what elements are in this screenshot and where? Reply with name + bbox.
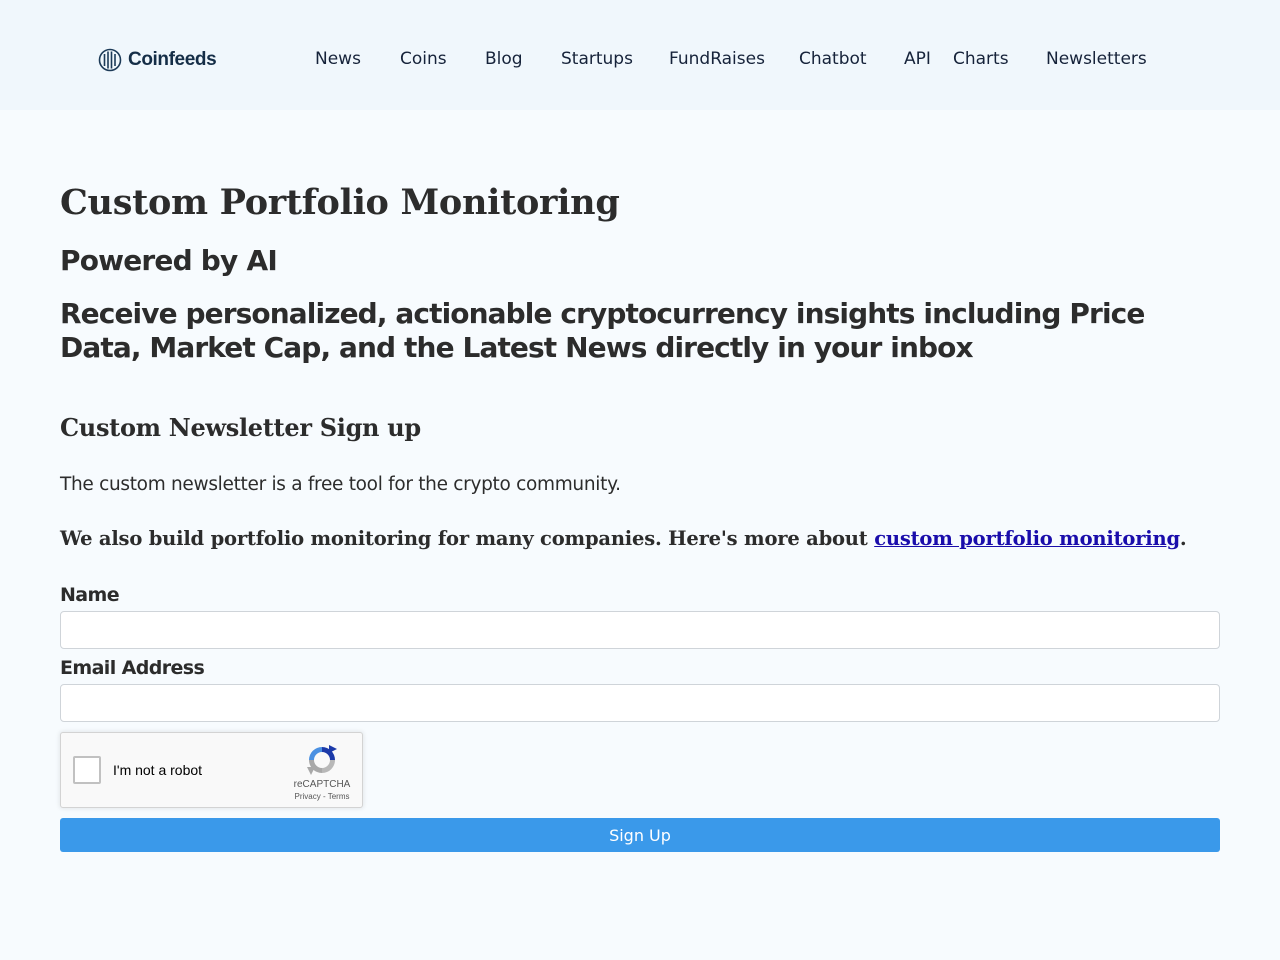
name-label: Name xyxy=(60,584,120,606)
nav-api[interactable]: API xyxy=(904,48,931,70)
brand-name: Coinfeeds xyxy=(128,49,217,70)
recaptcha-terms-link[interactable]: Terms xyxy=(328,792,350,801)
custom-portfolio-monitoring-link[interactable]: custom portfolio monitoring xyxy=(874,527,1180,550)
name-input[interactable] xyxy=(60,611,1220,649)
note-suffix: . xyxy=(1179,527,1187,550)
portfolio-monitoring-note: We also build portfolio monitoring for m… xyxy=(60,527,1187,550)
recaptcha-checkbox[interactable] xyxy=(73,756,101,784)
recaptcha-separator: - xyxy=(320,792,328,801)
email-label: Email Address xyxy=(60,657,205,679)
nav-news[interactable]: News xyxy=(315,48,361,70)
site-header: Coinfeeds News Coins Blog Startups FundR… xyxy=(0,0,1280,110)
signup-intro: The custom newsletter is a free tool for… xyxy=(60,474,621,495)
recaptcha-privacy-link[interactable]: Privacy xyxy=(295,792,321,801)
recaptcha-logo-icon xyxy=(307,745,337,775)
nav-blog[interactable]: Blog xyxy=(485,48,523,70)
nav-coins[interactable]: Coins xyxy=(400,48,447,70)
page-tagline: Receive personalized, actionable cryptoc… xyxy=(60,297,1145,364)
note-prefix: We also build portfolio monitoring for m… xyxy=(60,527,875,550)
nav-chatbot[interactable]: Chatbot xyxy=(799,48,867,70)
nav-fundraises[interactable]: FundRaises xyxy=(669,48,765,70)
recaptcha-label: I'm not a robot xyxy=(113,762,203,778)
recaptcha-widget: I'm not a robot reCAPTCHA Privacy - Term… xyxy=(60,732,363,808)
page-subtitle: Powered by AI xyxy=(60,244,278,277)
email-input[interactable] xyxy=(60,684,1220,722)
nav-charts[interactable]: Charts xyxy=(953,48,1009,70)
sign-up-button[interactable]: Sign Up xyxy=(60,818,1220,852)
brand-logo-link[interactable]: Coinfeeds xyxy=(98,47,217,73)
nav-startups[interactable]: Startups xyxy=(561,48,633,70)
recaptcha-brand: reCAPTCHA xyxy=(293,779,351,790)
nav-newsletters[interactable]: Newsletters xyxy=(1046,48,1147,70)
signup-heading: Custom Newsletter Sign up xyxy=(60,413,421,442)
recaptcha-links: Privacy - Terms xyxy=(281,792,363,801)
page-title: Custom Portfolio Monitoring xyxy=(60,182,620,223)
coinfeeds-logo-icon xyxy=(98,48,122,72)
